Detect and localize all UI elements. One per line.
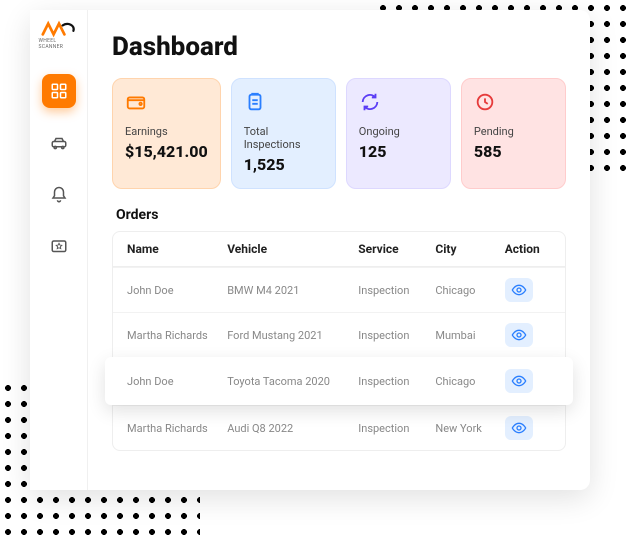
cell-city: Chicago: [435, 284, 504, 297]
star-badge-icon: [50, 238, 68, 256]
cell-name: Martha Richards: [127, 422, 227, 435]
car-icon: [50, 134, 68, 152]
nav-notifications[interactable]: [42, 178, 76, 212]
cell-name: John Doe: [127, 375, 227, 388]
card-value: 125: [359, 142, 438, 161]
grid-icon: [50, 82, 68, 100]
cell-vehicle: Audi Q8 2022: [227, 422, 358, 435]
clock-icon: [474, 91, 496, 113]
nav-dashboard[interactable]: [42, 74, 76, 108]
refresh-icon: [359, 91, 381, 113]
cell-city: Chicago: [435, 375, 504, 388]
cell-vehicle: BMW M4 2021: [227, 284, 358, 297]
card-earnings[interactable]: Earnings $15,421.00: [112, 78, 221, 189]
view-button[interactable]: [505, 323, 533, 347]
cell-vehicle: Ford Mustang 2021: [227, 329, 358, 342]
cell-service: Inspection: [358, 284, 435, 297]
col-city: City: [435, 242, 504, 256]
cell-service: Inspection: [358, 375, 435, 388]
eye-icon: [511, 420, 527, 436]
cell-vehicle: Toyota Tacoma 2020: [227, 375, 358, 388]
table-header: Name Vehicle Service City Action: [113, 232, 565, 267]
orders-title: Orders: [112, 207, 566, 223]
logo-icon: [41, 20, 77, 38]
logo-text: WHEEL SCANNER: [39, 38, 79, 50]
card-label: Ongoing: [359, 125, 438, 138]
cell-city: Mumbai: [435, 329, 504, 342]
clipboard-icon: [244, 91, 266, 113]
view-button[interactable]: [505, 416, 533, 440]
card-label: Earnings: [125, 125, 208, 138]
cell-name: John Doe: [127, 284, 227, 297]
cell-service: Inspection: [358, 329, 435, 342]
cell-name: Martha Richards: [127, 329, 227, 342]
wallet-icon: [125, 91, 147, 113]
nav-reviews[interactable]: [42, 230, 76, 264]
page-title: Dashboard: [112, 32, 566, 62]
orders-table: Name Vehicle Service City Action John Do…: [112, 231, 566, 451]
bell-icon: [50, 186, 68, 204]
eye-icon: [511, 373, 527, 389]
card-value: 1,525: [244, 155, 323, 174]
logo: WHEEL SCANNER: [39, 20, 79, 50]
nav-vehicles[interactable]: [42, 126, 76, 160]
card-inspections[interactable]: Total Inspections 1,525: [231, 78, 336, 189]
col-name: Name: [127, 242, 227, 256]
col-service: Service: [358, 242, 435, 256]
eye-icon: [511, 282, 527, 298]
table-row[interactable]: Martha Richards Ford Mustang 2021 Inspec…: [113, 312, 565, 357]
app-window: WHEEL SCANNER: [30, 10, 590, 490]
col-vehicle: Vehicle: [227, 242, 358, 256]
card-value: 585: [474, 142, 553, 161]
card-ongoing[interactable]: Ongoing 125: [346, 78, 451, 189]
table-row[interactable]: Martha Richards Audi Q8 2022 Inspection …: [113, 405, 565, 450]
card-label: Total Inspections: [244, 125, 323, 151]
cell-service: Inspection: [358, 422, 435, 435]
cell-city: New York: [435, 422, 504, 435]
card-label: Pending: [474, 125, 553, 138]
card-pending[interactable]: Pending 585: [461, 78, 566, 189]
main-content: Dashboard Earnings $15,421.00 Total Insp…: [88, 10, 590, 490]
card-value: $15,421.00: [125, 142, 208, 161]
eye-icon: [511, 327, 527, 343]
table-row[interactable]: John Doe BMW M4 2021 Inspection Chicago: [113, 267, 565, 312]
stat-cards: Earnings $15,421.00 Total Inspections 1,…: [112, 78, 566, 189]
table-row[interactable]: John Doe Toyota Tacoma 2020 Inspection C…: [105, 357, 573, 405]
col-action: Action: [505, 242, 540, 256]
view-button[interactable]: [505, 278, 533, 302]
view-button[interactable]: [505, 369, 533, 393]
sidebar: WHEEL SCANNER: [30, 10, 88, 490]
